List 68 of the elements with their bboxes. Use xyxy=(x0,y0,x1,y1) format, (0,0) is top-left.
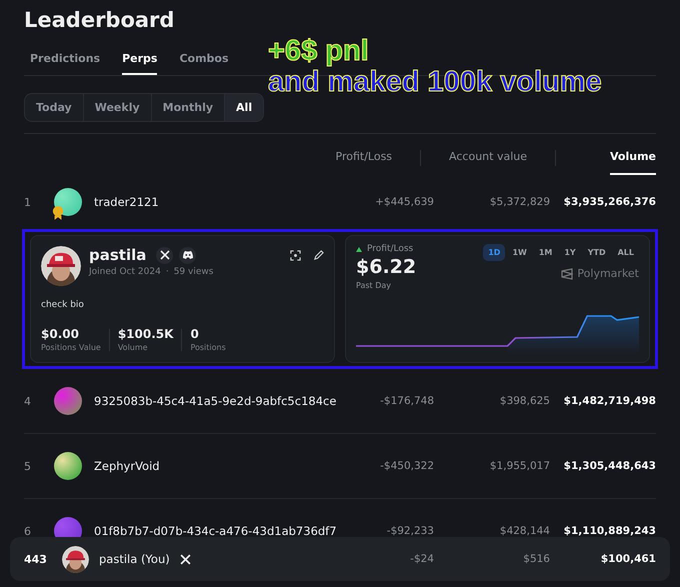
tab[interactable]: Predictions xyxy=(30,46,100,75)
up-triangle-icon xyxy=(356,246,362,252)
range-button[interactable]: ALL xyxy=(612,244,639,261)
card-label: Profit/Loss xyxy=(367,244,414,254)
profit-loss: -$92,233 xyxy=(386,525,434,537)
x-icon[interactable] xyxy=(156,246,174,264)
bio-text: check bio xyxy=(41,300,85,310)
range-button[interactable]: 1D xyxy=(483,244,506,261)
account-value: $428,144 xyxy=(498,525,550,537)
stat-label: Positions xyxy=(190,343,226,352)
account-value: $5,372,829 xyxy=(488,196,550,208)
view-count: 59 views xyxy=(174,267,214,277)
discord-icon[interactable] xyxy=(179,246,196,264)
volume: $1,482,719,498 xyxy=(562,395,656,407)
stat-label: Volume xyxy=(118,343,149,352)
volume: $100,461 xyxy=(600,553,656,565)
page-title: Leaderboard xyxy=(24,8,176,34)
stat-value: $100.5K xyxy=(118,327,174,341)
range-button[interactable]: 1Y xyxy=(559,244,581,261)
avatar xyxy=(54,452,82,480)
scan-icon[interactable] xyxy=(290,250,301,261)
profile-name: pastila xyxy=(89,246,146,264)
range-button[interactable]: YTD xyxy=(582,244,611,261)
trader-name[interactable]: trader2121 xyxy=(94,195,344,209)
annotation-text: and maked 100k volume xyxy=(268,67,602,99)
avatar xyxy=(54,188,82,216)
annotation-text: +6$ pnl xyxy=(268,36,370,68)
rank: 4 xyxy=(24,394,32,408)
column-header[interactable]: Profit/Loss xyxy=(336,144,392,175)
pnl-value: $6.22 xyxy=(356,256,416,278)
range-button[interactable]: 1W xyxy=(507,244,532,261)
account-value: $516 xyxy=(522,553,550,565)
stat-value: $0.00 xyxy=(41,327,80,341)
rank: 443 xyxy=(24,552,48,566)
stat-value: 0 xyxy=(190,327,200,341)
volume: $1,305,448,643 xyxy=(562,460,656,472)
volume: $3,935,266,376 xyxy=(562,196,656,208)
edit-icon[interactable] xyxy=(313,250,324,261)
brand-name: Polymarket xyxy=(577,267,639,280)
trader-name[interactable]: pastila (You) xyxy=(99,552,170,566)
trader-name[interactable]: 01f8b7b7-d07b-434c-a476-43d1ab736df7 xyxy=(94,524,344,538)
range-button[interactable]: 1M xyxy=(534,244,558,261)
x-icon[interactable] xyxy=(180,554,191,564)
trader-name[interactable]: 9325083b-45c4-41a5-9e2d-9abfc5c184ce xyxy=(94,394,344,408)
profit-loss: -$450,322 xyxy=(379,460,434,472)
joined-date: Joined Oct 2024 xyxy=(89,267,161,277)
period-button[interactable]: All xyxy=(225,94,264,121)
profit-loss: +$445,639 xyxy=(374,196,434,208)
rank: 1 xyxy=(24,196,32,208)
rank: 6 xyxy=(24,524,32,538)
logo-icon xyxy=(561,268,574,280)
account-value: $398,625 xyxy=(498,395,550,407)
profit-loss: -$24 xyxy=(409,553,434,565)
account-value: $1,955,017 xyxy=(488,460,550,472)
tab[interactable]: Combos xyxy=(179,46,229,75)
volume: $1,110,889,243 xyxy=(562,525,656,537)
column-header[interactable]: Volume xyxy=(610,144,656,175)
separator-dot: · xyxy=(166,267,169,277)
stat-label: Positions Value xyxy=(41,343,101,352)
profit-loss: -$176,748 xyxy=(379,395,434,407)
period-label: Past Day xyxy=(356,281,392,290)
tab[interactable]: Perps xyxy=(122,46,158,75)
column-header[interactable]: Account value xyxy=(449,144,527,175)
trader-name[interactable]: ZephyrVoid xyxy=(94,459,344,473)
period-button[interactable]: Weekly xyxy=(84,94,152,121)
period-button[interactable]: Today xyxy=(25,94,84,121)
rank: 5 xyxy=(24,460,32,472)
avatar xyxy=(54,387,82,415)
